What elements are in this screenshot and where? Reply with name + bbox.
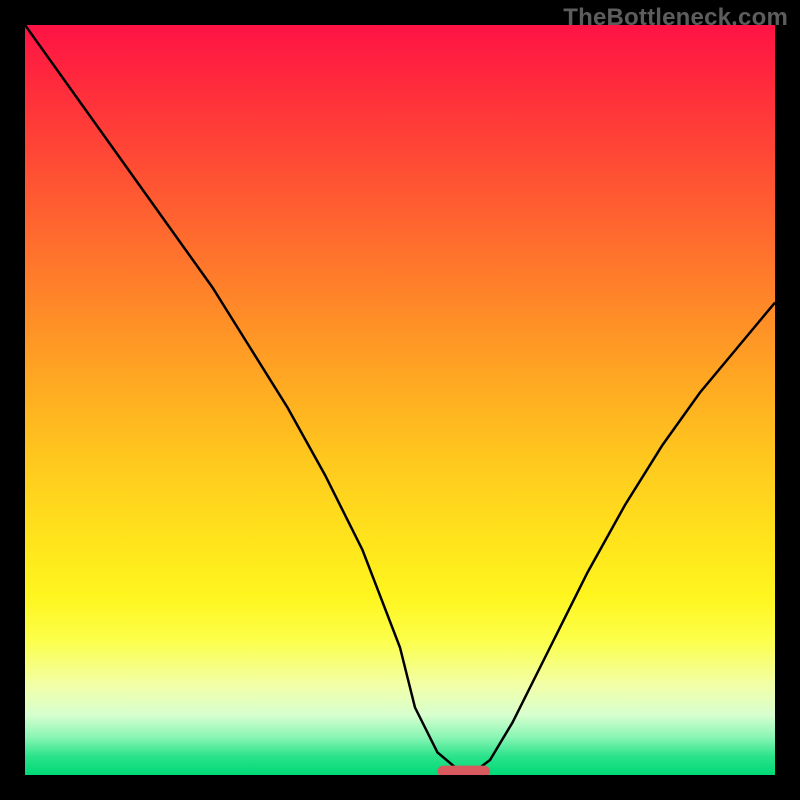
- optimum-marker: [438, 766, 491, 775]
- chart-frame: TheBottleneck.com: [0, 0, 800, 800]
- bottleneck-curve: [25, 25, 775, 771]
- chart-svg: [25, 25, 775, 775]
